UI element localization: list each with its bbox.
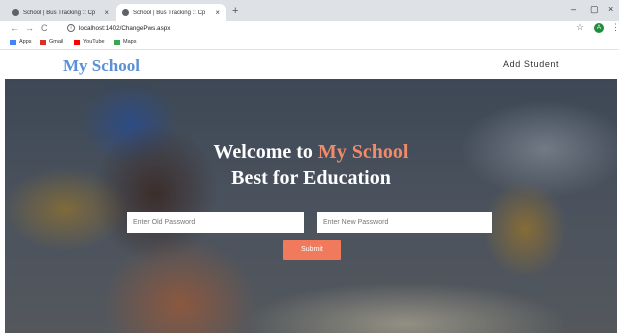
globe-icon xyxy=(12,9,19,16)
bookmark-gmail[interactable]: Gmail xyxy=(40,39,63,45)
window-close-button[interactable]: × xyxy=(608,4,613,14)
submit-button[interactable]: Submit xyxy=(283,240,341,260)
browser-toolbar: ← → C i localhost:1402/ChangePws.aspx ☆ A… xyxy=(0,21,619,36)
bookmark-label: Gmail xyxy=(49,39,64,45)
minimize-button[interactable]: – xyxy=(571,4,576,14)
address-bar[interactable]: i localhost:1402/ChangePws.aspx xyxy=(67,23,170,34)
url-text: localhost:1402/ChangePws.aspx xyxy=(79,25,171,32)
profile-avatar[interactable]: A xyxy=(594,23,604,33)
youtube-icon xyxy=(74,39,80,45)
hero-background-photo xyxy=(5,79,617,333)
maps-icon xyxy=(114,39,120,45)
bookmark-maps[interactable]: Maps xyxy=(114,39,136,45)
new-password-input[interactable]: Enter New Password xyxy=(317,212,492,233)
bookmarks-bar: Apps Gmail YouTube Maps xyxy=(0,36,619,50)
bookmark-label: Apps xyxy=(19,39,32,45)
forward-arrow-icon[interactable]: → xyxy=(25,21,34,36)
hero-subtitle: Best for Education xyxy=(231,167,391,189)
menu-kebab-icon[interactable]: ⋮ xyxy=(611,22,619,33)
tab-close-icon[interactable]: × xyxy=(215,8,220,17)
new-tab-button[interactable]: + xyxy=(232,5,238,17)
info-icon[interactable]: i xyxy=(67,24,75,33)
browser-tab-2-active[interactable]: School | Bus Tracking :: Cp × xyxy=(116,4,226,21)
browser-tab-strip: School | Bus Tracking :: Cp × School | B… xyxy=(0,0,619,21)
tab-title: School | Bus Tracking :: Cp xyxy=(23,9,96,16)
old-password-input[interactable]: Enter Old Password xyxy=(127,212,304,233)
restore-button[interactable]: ▢ xyxy=(590,4,599,15)
hero-banner: Welcome to My School Best for Education … xyxy=(5,79,617,333)
site-logo[interactable]: My School xyxy=(63,56,140,76)
site-header: My School Add Student xyxy=(0,50,619,79)
back-arrow-icon[interactable]: ← xyxy=(10,21,19,36)
add-student-link[interactable]: Add Student xyxy=(503,59,559,69)
globe-icon xyxy=(122,9,129,16)
welcome-school-name: My School xyxy=(317,141,409,163)
hero-welcome-heading: Welcome to My School xyxy=(5,141,617,164)
welcome-prefix: Welcome to xyxy=(213,141,318,163)
browser-tab-1[interactable]: School | Bus Tracking :: Cp × xyxy=(6,4,115,21)
gmail-icon xyxy=(40,39,46,45)
bookmark-label: YouTube xyxy=(83,39,105,45)
bookmark-youtube[interactable]: YouTube xyxy=(74,39,105,45)
reload-icon[interactable]: C xyxy=(41,21,48,36)
bookmark-label: Maps xyxy=(123,39,137,45)
tab-title: School | Bus Tracking :: Cp xyxy=(133,9,206,16)
bookmark-apps[interactable]: Apps xyxy=(10,39,32,45)
tab-close-icon[interactable]: × xyxy=(104,8,109,17)
bookmark-star-icon[interactable]: ☆ xyxy=(576,22,584,33)
apps-grid-icon xyxy=(10,39,16,45)
